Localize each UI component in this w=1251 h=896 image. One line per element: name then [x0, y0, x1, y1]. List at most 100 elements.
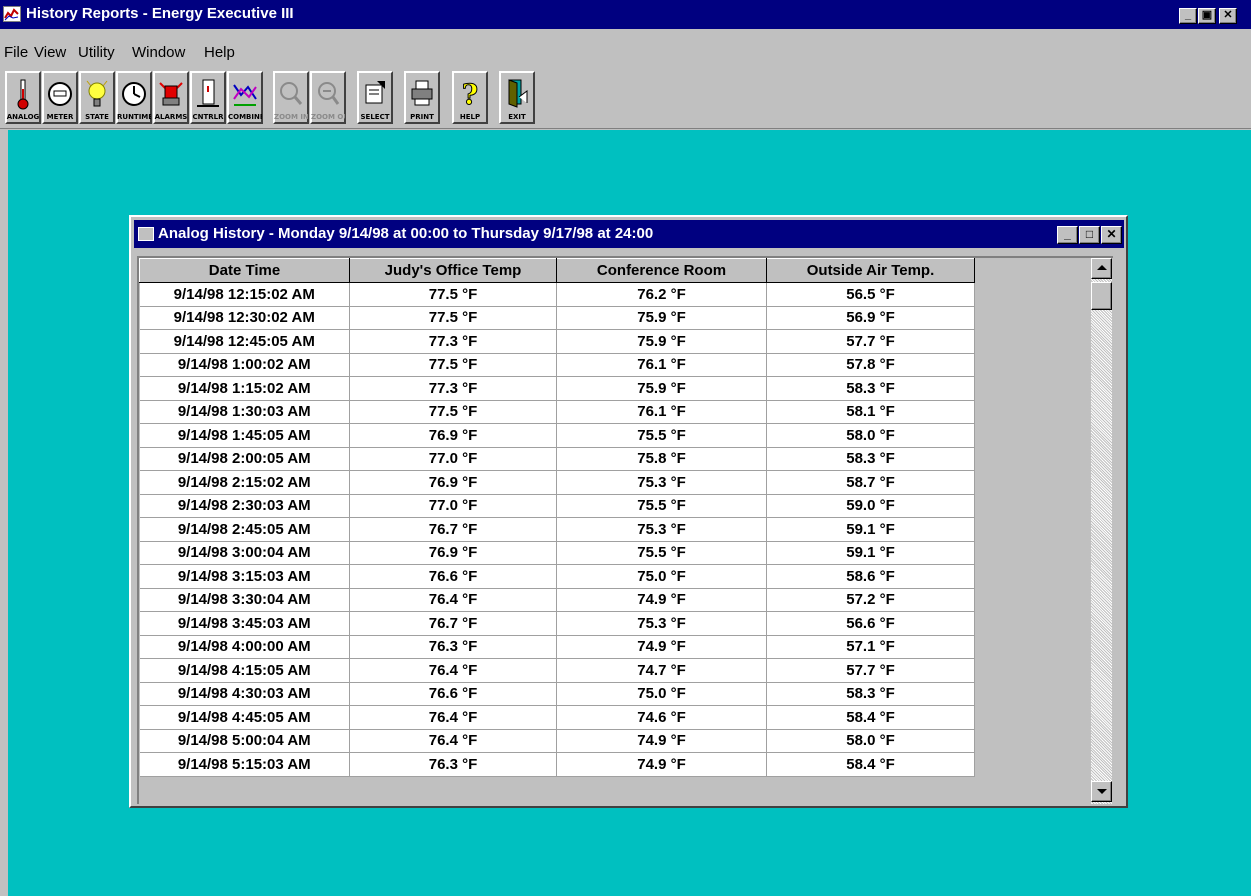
analog-history-title-bar[interactable]: Analog History - Monday 9/14/98 at 00:00… — [134, 220, 1124, 248]
table-cell[interactable]: 74.9 °F — [556, 588, 767, 612]
table-cell[interactable]: 58.0 °F — [766, 729, 975, 753]
table-row[interactable]: 9/14/98 2:30:03 AM 77.0 °F 75.5 °F 59.0 °F — [139, 494, 1092, 518]
combine-button[interactable]: COMBINE — [227, 71, 263, 124]
table-cell[interactable]: 76.4 °F — [349, 705, 557, 730]
table-cell[interactable]: 76.6 °F — [349, 682, 557, 706]
child-close-button[interactable]: ✕ — [1101, 226, 1122, 244]
table-cell[interactable]: 58.3 °F — [766, 682, 975, 706]
menu-utility[interactable]: Utility — [78, 44, 115, 61]
table-cell[interactable]: 9/14/98 5:15:03 AM — [139, 752, 350, 777]
menu-view[interactable]: View — [34, 44, 66, 61]
table-row[interactable]: 9/14/98 3:00:04 AM 76.9 °F 75.5 °F 59.1 °F — [139, 541, 1092, 565]
alarms-button[interactable]: ALARMS — [153, 71, 189, 124]
table-cell[interactable]: 77.5 °F — [349, 306, 557, 330]
table-cell[interactable]: 76.3 °F — [349, 752, 557, 777]
table-row[interactable]: 9/14/98 3:15:03 AM 76.6 °F 75.0 °F 58.6 °F — [139, 564, 1092, 589]
table-cell[interactable]: 9/14/98 5:00:04 AM — [139, 729, 350, 753]
table-cell[interactable]: 76.9 °F — [349, 541, 557, 565]
table-row[interactable]: 9/14/98 1:00:02 AM 77.5 °F 76.1 °F 57.8 °F — [139, 353, 1092, 377]
table-cell[interactable]: 76.2 °F — [556, 282, 767, 307]
table-cell[interactable]: 59.0 °F — [766, 494, 975, 518]
table-cell[interactable]: 9/14/98 2:45:05 AM — [139, 517, 350, 542]
meter-button[interactable]: METER — [42, 71, 78, 124]
table-cell[interactable]: 77.3 °F — [349, 376, 557, 401]
table-cell[interactable]: 75.9 °F — [556, 329, 767, 354]
table-cell[interactable]: 75.8 °F — [556, 447, 767, 471]
table-cell[interactable]: 57.7 °F — [766, 658, 975, 683]
column-header-date-time[interactable]: Date Time — [139, 258, 350, 283]
table-cell[interactable]: 76.4 °F — [349, 658, 557, 683]
table-cell[interactable]: 9/14/98 4:15:05 AM — [139, 658, 350, 683]
table-cell[interactable]: 74.9 °F — [556, 635, 767, 659]
table-cell[interactable]: 9/14/98 12:45:05 AM — [139, 329, 350, 354]
table-cell[interactable]: 9/14/98 1:30:03 AM — [139, 400, 350, 424]
table-cell[interactable]: 57.7 °F — [766, 329, 975, 354]
table-cell[interactable]: 56.6 °F — [766, 611, 975, 636]
table-cell[interactable]: 59.1 °F — [766, 517, 975, 542]
column-header-conference-room[interactable]: Conference Room — [556, 258, 767, 283]
table-cell[interactable]: 76.1 °F — [556, 353, 767, 377]
main-title-bar[interactable]: History Reports - Energy Executive III _… — [0, 0, 1251, 29]
table-cell[interactable]: 9/14/98 2:15:02 AM — [139, 470, 350, 495]
table-cell[interactable]: 75.5 °F — [556, 494, 767, 518]
table-row[interactable]: 9/14/98 12:15:02 AM 77.5 °F 76.2 °F 56.5 °F — [139, 282, 1092, 307]
table-row[interactable]: 9/14/98 1:30:03 AM 77.5 °F 76.1 °F 58.1 °F — [139, 400, 1092, 424]
zoom-in-button[interactable]: ZOOM IN — [273, 71, 309, 124]
table-cell[interactable]: 76.4 °F — [349, 588, 557, 612]
help-button[interactable]: ? HELP — [452, 71, 488, 124]
state-button[interactable]: STATE — [79, 71, 115, 124]
table-cell[interactable]: 76.4 °F — [349, 729, 557, 753]
zoom-out-button[interactable]: ZOOM OUT — [310, 71, 346, 124]
table-row[interactable]: 9/14/98 12:45:05 AM 77.3 °F 75.9 °F 57.7 °F — [139, 329, 1092, 354]
table-cell[interactable]: 9/14/98 4:45:05 AM — [139, 705, 350, 730]
table-cell[interactable]: 9/14/98 2:30:03 AM — [139, 494, 350, 518]
app-chart-icon[interactable] — [3, 6, 21, 22]
table-cell[interactable]: 76.9 °F — [349, 470, 557, 495]
table-cell[interactable]: 77.5 °F — [349, 353, 557, 377]
table-cell[interactable]: 57.1 °F — [766, 635, 975, 659]
table-cell[interactable]: 58.4 °F — [766, 752, 975, 777]
select-button[interactable]: SELECT — [357, 71, 393, 124]
table-cell[interactable]: 56.5 °F — [766, 282, 975, 307]
scroll-up-button[interactable] — [1091, 258, 1112, 279]
table-cell[interactable]: 74.9 °F — [556, 729, 767, 753]
column-header-outside-air-temp[interactable]: Outside Air Temp. — [766, 258, 975, 283]
table-cell[interactable]: 76.6 °F — [349, 564, 557, 589]
menu-window[interactable]: Window — [132, 44, 185, 61]
table-cell[interactable]: 9/14/98 4:00:00 AM — [139, 635, 350, 659]
table-cell[interactable]: 75.9 °F — [556, 306, 767, 330]
table-cell[interactable]: 77.0 °F — [349, 447, 557, 471]
analog-button[interactable]: ANALOG — [5, 71, 41, 124]
minimize-button[interactable]: _ — [1179, 8, 1197, 24]
table-cell[interactable]: 58.0 °F — [766, 423, 975, 448]
runtime-button[interactable]: RUNTIME — [116, 71, 152, 124]
table-row[interactable]: 9/14/98 5:00:04 AM 76.4 °F 74.9 °F 58.0 °F — [139, 729, 1092, 753]
table-cell[interactable]: 9/14/98 3:15:03 AM — [139, 564, 350, 589]
table-cell[interactable]: 77.5 °F — [349, 282, 557, 307]
close-button[interactable]: ✕ — [1219, 8, 1237, 24]
scroll-down-button[interactable] — [1091, 781, 1112, 802]
child-minimize-button[interactable]: _ — [1057, 226, 1078, 244]
table-cell[interactable]: 76.9 °F — [349, 423, 557, 448]
table-cell[interactable]: 75.9 °F — [556, 376, 767, 401]
print-button[interactable]: PRINT — [404, 71, 440, 124]
table-cell[interactable]: 59.1 °F — [766, 541, 975, 565]
table-row[interactable]: 9/14/98 2:15:02 AM 76.9 °F 75.3 °F 58.7 °F — [139, 470, 1092, 495]
table-row[interactable]: 9/14/98 4:30:03 AM 76.6 °F 75.0 °F 58.3 °F — [139, 682, 1092, 706]
table-row[interactable]: 9/14/98 2:45:05 AM 76.7 °F 75.3 °F 59.1 °F — [139, 517, 1092, 542]
table-cell[interactable]: 76.7 °F — [349, 517, 557, 542]
table-cell[interactable]: 9/14/98 12:15:02 AM — [139, 282, 350, 307]
exit-button[interactable]: EXIT — [499, 71, 535, 124]
table-row[interactable]: 9/14/98 5:15:03 AM 76.3 °F 74.9 °F 58.4 °F — [139, 752, 1092, 777]
menu-help[interactable]: Help — [204, 44, 235, 61]
table-cell[interactable]: 9/14/98 1:00:02 AM — [139, 353, 350, 377]
column-header-judys-office-temp[interactable]: Judy's Office Temp — [349, 258, 557, 283]
table-cell[interactable]: 9/14/98 12:30:02 AM — [139, 306, 350, 330]
vertical-scrollbar[interactable] — [1091, 258, 1112, 804]
table-cell[interactable]: 77.5 °F — [349, 400, 557, 424]
table-cell[interactable]: 9/14/98 3:45:03 AM — [139, 611, 350, 636]
table-cell[interactable]: 9/14/98 3:30:04 AM — [139, 588, 350, 612]
table-cell[interactable]: 75.0 °F — [556, 682, 767, 706]
table-cell[interactable]: 9/14/98 2:00:05 AM — [139, 447, 350, 471]
table-cell[interactable]: 77.3 °F — [349, 329, 557, 354]
